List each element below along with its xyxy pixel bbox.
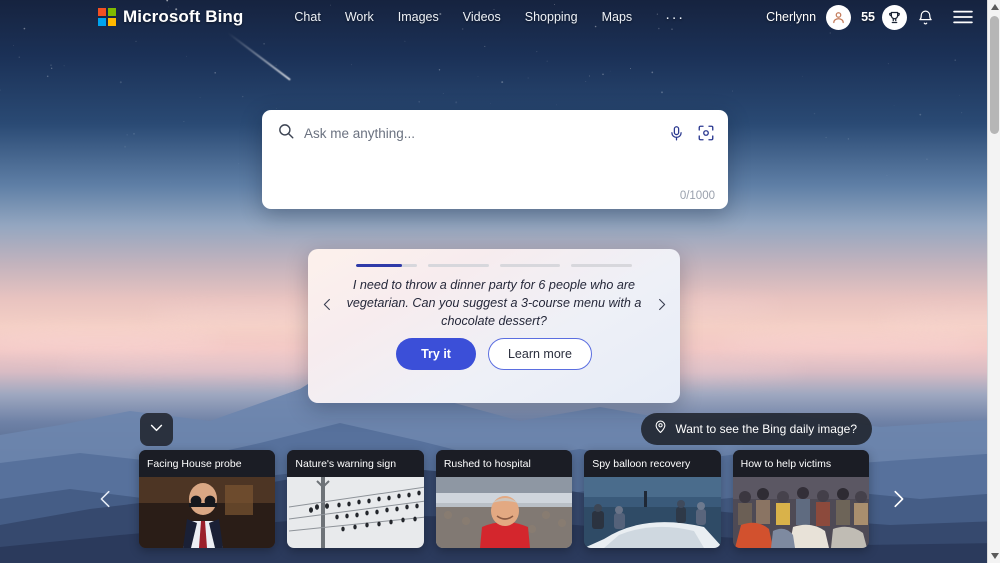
progress-bar-2[interactable] [427,264,489,267]
bing-daily-image-button[interactable]: Want to see the Bing daily image? [641,413,872,445]
news-card[interactable]: Rushed to hospital [435,450,573,548]
news-carousel: Facing House probe Nature's warning sign… [139,450,870,550]
news-card-title: Facing House probe [139,450,276,477]
progress-bar-3[interactable] [499,264,561,267]
microphone-icon[interactable] [668,125,685,142]
news-card-thumbnail [584,477,721,548]
bell-icon[interactable] [917,9,934,26]
news-card-thumbnail [435,477,573,548]
progress-bar-1[interactable] [356,264,417,267]
suggestion-buttons: Try it Learn more [308,338,680,370]
search-input[interactable] [304,125,668,141]
bing-homepage: Microsoft Bing Chat Work Images Videos S… [0,0,1000,563]
carousel-progress-bars [308,249,680,267]
news-card[interactable]: Facing House probe [139,450,276,548]
search-row [262,110,728,156]
news-card[interactable]: Spy balloon recovery [584,450,721,548]
account-area: Cherlynn 55 [766,4,974,30]
search-box[interactable]: 0/1000 [262,110,728,209]
hamburger-menu-icon[interactable] [952,9,974,25]
nav-item-work[interactable]: Work [345,10,374,24]
account-username[interactable]: Cherlynn [766,10,816,24]
suggestion-body: I need to throw a dinner party for 6 peo… [308,267,680,341]
chevron-right-icon [887,488,909,515]
nav-item-chat[interactable]: Chat [294,10,320,24]
suggestion-carousel-card: I need to throw a dinner party for 6 peo… [308,249,680,403]
chevron-down-icon [148,419,165,441]
news-prev-button[interactable] [93,488,119,514]
news-card-thumbnail [139,477,276,548]
location-pin-icon [653,419,668,439]
news-card-thumbnail [287,477,424,548]
visual-search-camera-icon[interactable] [697,124,715,142]
news-card[interactable]: Nature's warning sign [287,450,424,548]
scroll-down-arrow-icon[interactable] [988,549,1000,563]
news-next-button[interactable] [885,488,911,514]
scroll-up-arrow-icon[interactable] [988,0,1000,14]
nav-item-images[interactable]: Images [398,10,439,24]
nav-item-shopping[interactable]: Shopping [525,10,578,24]
nav-item-maps[interactable]: Maps [602,10,633,24]
nav-item-videos[interactable]: Videos [463,10,501,24]
nav-links: Chat Work Images Videos Shopping Maps ··… [294,10,684,25]
rewards-points: 55 [861,10,875,24]
news-card[interactable]: How to help victims [732,450,870,548]
chevron-left-icon[interactable] [314,297,340,312]
suggestion-prompt-text: I need to throw a dinner party for 6 peo… [346,278,642,328]
bing-logo-link[interactable]: Microsoft Bing [98,7,243,27]
trophy-icon[interactable] [882,4,907,30]
search-action-icons [668,124,715,142]
page-scrollbar[interactable] [987,0,1000,563]
expand-feed-button[interactable] [140,413,173,446]
news-card-title: Nature's warning sign [287,450,424,477]
top-navigation-bar: Microsoft Bing Chat Work Images Videos S… [0,0,988,34]
news-card-title: Spy balloon recovery [584,450,721,477]
nav-more-icon[interactable]: ··· [665,10,685,25]
daily-image-label: Want to see the Bing daily image? [675,422,857,436]
progress-bar-4[interactable] [571,264,632,267]
scrollbar-thumb[interactable] [990,16,999,134]
microsoft-logo-icon [98,8,116,26]
person-avatar-icon[interactable] [826,4,852,30]
character-counter: 0/1000 [679,190,715,202]
learn-more-button[interactable]: Learn more [487,338,592,370]
chevron-right-icon[interactable] [648,297,674,312]
news-card-title: Rushed to hospital [435,450,573,477]
news-card-thumbnail [732,477,870,548]
try-it-button[interactable]: Try it [396,338,476,370]
news-card-title: How to help victims [732,450,870,477]
chevron-left-icon [95,488,117,515]
brand-name: Microsoft Bing [123,7,244,26]
search-icon[interactable] [277,122,295,145]
